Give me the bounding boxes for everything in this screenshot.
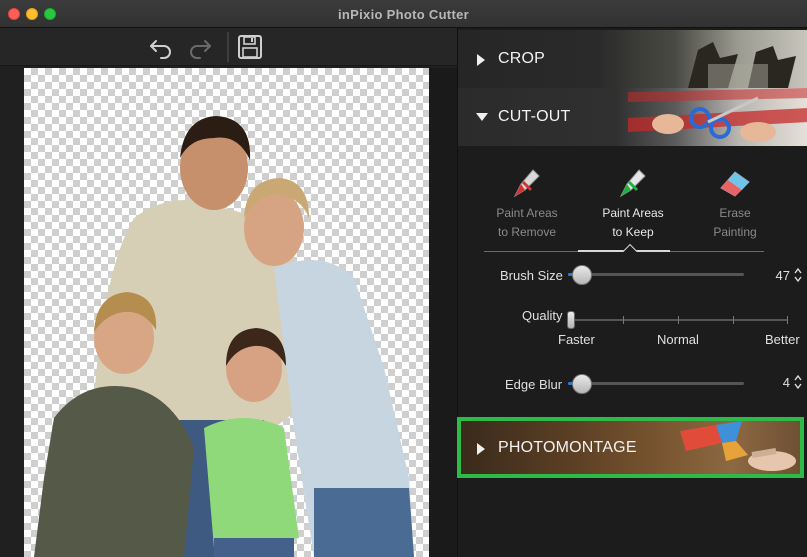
brush-size-thumb[interactable]	[572, 265, 592, 285]
quality-tick	[678, 316, 679, 324]
brush-size-stepper-icon[interactable]	[793, 266, 803, 284]
tool-keep-line1: Paint Areas	[602, 206, 664, 220]
edge-blur-track[interactable]	[568, 382, 744, 385]
edge-blur-thumb[interactable]	[572, 374, 592, 394]
chevron-right-icon	[477, 54, 485, 66]
edge-blur-label: Edge Blur	[505, 377, 563, 392]
crop-label: CROP	[498, 50, 546, 67]
edge-blur-stepper-icon[interactable]	[793, 373, 803, 391]
undo-icon[interactable]	[147, 33, 175, 61]
quality-tick	[623, 316, 624, 324]
crop-banner-hands-image	[688, 42, 796, 88]
quality-option-normal: Normal	[657, 332, 699, 347]
tool-erase-line1: Erase	[719, 206, 751, 220]
save-icon[interactable]	[236, 33, 264, 61]
eraser-icon	[720, 171, 750, 197]
cutout-family-photo	[34, 116, 414, 557]
quality-tick	[733, 316, 734, 324]
edit-toolbar	[0, 28, 457, 66]
canvas-area	[0, 28, 457, 557]
tool-paint-keep[interactable]: Paint Areas to Keep	[588, 154, 678, 242]
photomontage-section-header[interactable]: PHOTOMONTAGE	[457, 417, 804, 478]
tool-keep-line2: to Keep	[612, 225, 654, 239]
photomontage-banner-puzzle-image	[680, 421, 796, 471]
cutout-label: CUT-OUT	[498, 108, 571, 125]
brush-size-label: Brush Size	[500, 268, 563, 283]
chevron-down-icon	[476, 113, 488, 121]
title-bar: inPixio Photo Cutter	[0, 0, 807, 28]
cutout-tools: Paint Areas to Remove Paint Areas to Kee…	[482, 154, 792, 254]
red-marker-icon	[513, 169, 540, 198]
canvas-side-strip	[429, 68, 457, 557]
tool-erase-painting[interactable]: Erase Painting	[690, 154, 780, 242]
photomontage-label: PHOTOMONTAGE	[498, 439, 637, 456]
toolbar-divider	[227, 32, 229, 62]
chevron-right-icon	[477, 443, 485, 455]
brush-size-value[interactable]: 47	[760, 268, 790, 283]
crop-section-header[interactable]: CROP	[458, 30, 807, 88]
tool-paint-remove[interactable]: Paint Areas to Remove	[482, 154, 572, 242]
cutout-banner-scissors-image	[628, 88, 807, 142]
tool-remove-line2: to Remove	[497, 225, 557, 239]
cutout-section-header[interactable]: CUT-OUT	[458, 88, 807, 146]
tool-erase-line2: Painting	[713, 225, 757, 239]
edge-blur-value[interactable]: 4	[760, 375, 790, 390]
quality-option-faster: Faster	[558, 332, 595, 347]
photo-canvas[interactable]	[24, 68, 429, 557]
quality-label: Quality	[522, 308, 563, 323]
tool-remove-line1: Paint Areas	[496, 206, 558, 220]
quality-thumb[interactable]	[567, 311, 575, 329]
green-marker-icon	[619, 169, 646, 198]
panel-empty-area	[458, 482, 807, 557]
side-panel: CROP CUT-OUT Paint Areas to Remove Paint…	[457, 28, 807, 557]
quality-option-better: Better	[765, 332, 800, 347]
brush-size-track[interactable]	[568, 273, 744, 276]
redo-icon[interactable]	[186, 33, 214, 61]
window-title: inPixio Photo Cutter	[338, 7, 469, 22]
quality-tick	[787, 316, 788, 324]
